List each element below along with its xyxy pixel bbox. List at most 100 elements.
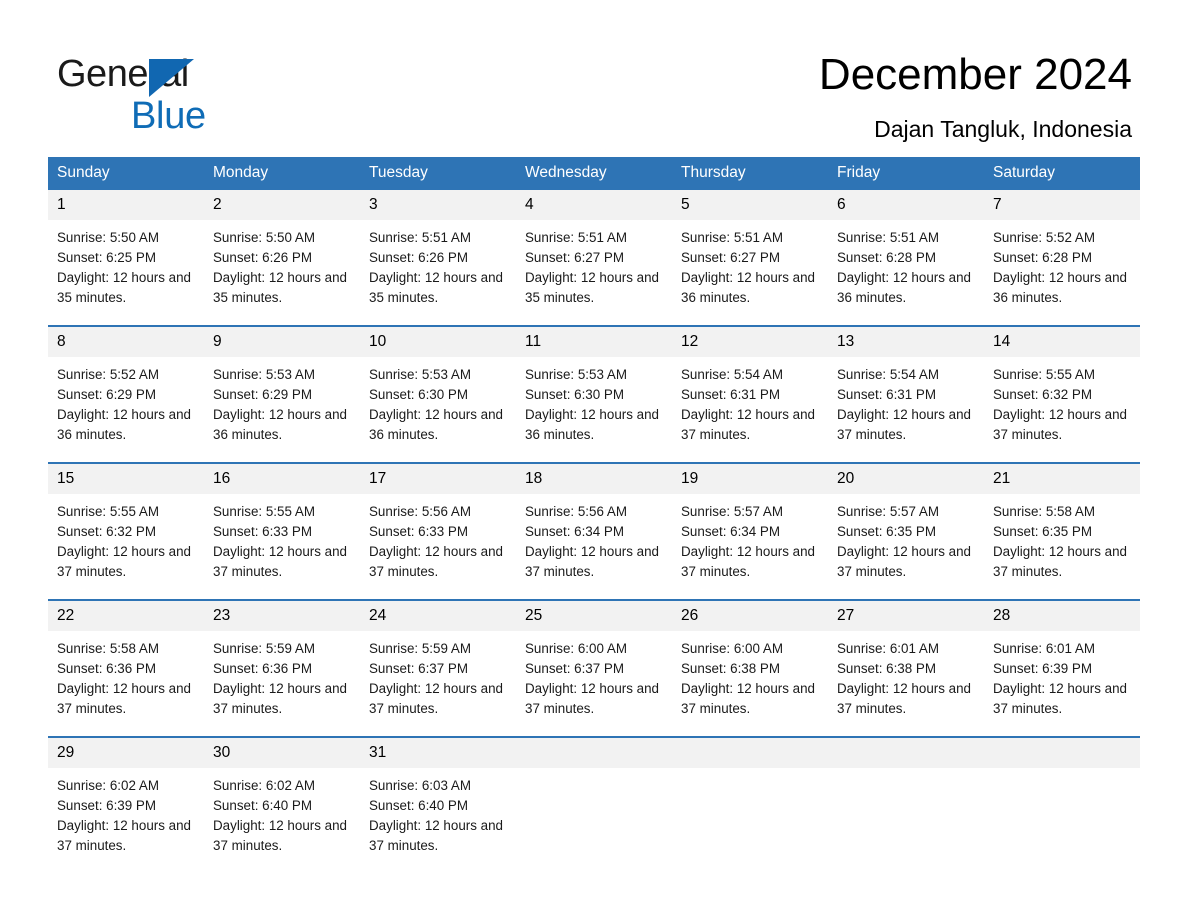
calendar-day-cell[interactable]: 10 Sunrise: 5:53 AM Sunset: 6:30 PM Dayli…	[360, 325, 516, 463]
calendar-page: General Blue December 2024 Dajan Tangluk…	[0, 0, 1188, 918]
calendar-day-cell[interactable]: 23 Sunrise: 5:59 AM Sunset: 6:36 PM Dayli…	[204, 599, 360, 737]
calendar-day-cell[interactable]: 25 Sunrise: 6:00 AM Sunset: 6:37 PM Dayli…	[516, 599, 672, 737]
calendar-table: Sunday Monday Tuesday Wednesday Thursday…	[48, 157, 1140, 873]
day-sun-info: Sunrise: 6:01 AM Sunset: 6:39 PM Dayligh…	[993, 641, 1127, 716]
day-number: 3	[360, 190, 516, 220]
calendar-day-cell[interactable]: 3 Sunrise: 5:51 AM Sunset: 6:26 PM Daylig…	[360, 190, 516, 326]
day-number: 15	[48, 464, 204, 494]
day-sun-info: Sunrise: 5:50 AM Sunset: 6:26 PM Dayligh…	[213, 230, 347, 305]
calendar-day-cell[interactable]: 2 Sunrise: 5:50 AM Sunset: 6:26 PM Daylig…	[204, 190, 360, 326]
day-number: 17	[360, 464, 516, 494]
day-number	[828, 738, 984, 768]
calendar-day-cell[interactable]: 9 Sunrise: 5:53 AM Sunset: 6:29 PM Daylig…	[204, 325, 360, 463]
day-number: 31	[360, 738, 516, 768]
day-number: 2	[204, 190, 360, 220]
day-number: 30	[204, 738, 360, 768]
weekday-header-friday: Friday	[828, 157, 984, 190]
day-number: 18	[516, 464, 672, 494]
calendar-day-cell[interactable]: 13 Sunrise: 5:54 AM Sunset: 6:31 PM Dayli…	[828, 325, 984, 463]
weekday-header-tuesday: Tuesday	[360, 157, 516, 190]
day-sun-info: Sunrise: 6:02 AM Sunset: 6:40 PM Dayligh…	[213, 778, 347, 853]
day-sun-info: Sunrise: 5:53 AM Sunset: 6:30 PM Dayligh…	[369, 367, 503, 442]
calendar-week-row: 22 Sunrise: 5:58 AM Sunset: 6:36 PM Dayli…	[48, 599, 1140, 737]
calendar-day-cell[interactable]: 12 Sunrise: 5:54 AM Sunset: 6:31 PM Dayli…	[672, 325, 828, 463]
day-number: 23	[204, 601, 360, 631]
calendar-week-row: 8 Sunrise: 5:52 AM Sunset: 6:29 PM Daylig…	[48, 325, 1140, 463]
calendar-day-cell[interactable]: 11 Sunrise: 5:53 AM Sunset: 6:30 PM Dayli…	[516, 325, 672, 463]
calendar-day-cell[interactable]: 30 Sunrise: 6:02 AM Sunset: 6:40 PM Dayli…	[204, 736, 360, 873]
day-number: 14	[984, 327, 1140, 357]
day-sun-info: Sunrise: 5:57 AM Sunset: 6:34 PM Dayligh…	[681, 504, 815, 579]
calendar-day-cell[interactable]: 29 Sunrise: 6:02 AM Sunset: 6:39 PM Dayli…	[48, 736, 204, 873]
day-number: 16	[204, 464, 360, 494]
title-block: December 2024 Dajan Tangluk, Indonesia	[432, 48, 1132, 144]
day-sun-info: Sunrise: 5:55 AM Sunset: 6:32 PM Dayligh…	[993, 367, 1127, 442]
day-sun-info: Sunrise: 5:54 AM Sunset: 6:31 PM Dayligh…	[837, 367, 971, 442]
calendar-body: 1 Sunrise: 5:50 AM Sunset: 6:25 PM Daylig…	[48, 190, 1140, 873]
day-number: 26	[672, 601, 828, 631]
calendar-day-cell[interactable]: 24 Sunrise: 5:59 AM Sunset: 6:37 PM Dayli…	[360, 599, 516, 737]
day-sun-info	[516, 768, 672, 776]
calendar-day-cell[interactable]: 31 Sunrise: 6:03 AM Sunset: 6:40 PM Dayli…	[360, 736, 516, 873]
day-number	[672, 738, 828, 768]
day-number: 7	[984, 190, 1140, 220]
day-sun-info: Sunrise: 5:50 AM Sunset: 6:25 PM Dayligh…	[57, 230, 191, 305]
calendar-day-cell-empty	[828, 736, 984, 873]
calendar-day-cell[interactable]: 5 Sunrise: 5:51 AM Sunset: 6:27 PM Daylig…	[672, 190, 828, 326]
day-sun-info: Sunrise: 5:55 AM Sunset: 6:32 PM Dayligh…	[57, 504, 191, 579]
day-sun-info: Sunrise: 5:51 AM Sunset: 6:27 PM Dayligh…	[525, 230, 659, 305]
day-number: 5	[672, 190, 828, 220]
calendar-head: Sunday Monday Tuesday Wednesday Thursday…	[48, 157, 1140, 190]
day-sun-info: Sunrise: 5:52 AM Sunset: 6:28 PM Dayligh…	[993, 230, 1127, 305]
calendar-day-cell[interactable]: 22 Sunrise: 5:58 AM Sunset: 6:36 PM Dayli…	[48, 599, 204, 737]
calendar-day-cell[interactable]: 15 Sunrise: 5:55 AM Sunset: 6:32 PM Dayli…	[48, 462, 204, 600]
day-number: 25	[516, 601, 672, 631]
calendar-day-cell[interactable]: 1 Sunrise: 5:50 AM Sunset: 6:25 PM Daylig…	[48, 190, 204, 326]
calendar-day-cell[interactable]: 28 Sunrise: 6:01 AM Sunset: 6:39 PM Dayli…	[984, 599, 1140, 737]
calendar-day-cell[interactable]: 26 Sunrise: 6:00 AM Sunset: 6:38 PM Dayli…	[672, 599, 828, 737]
day-sun-info: Sunrise: 5:59 AM Sunset: 6:37 PM Dayligh…	[369, 641, 503, 716]
day-sun-info: Sunrise: 5:53 AM Sunset: 6:30 PM Dayligh…	[525, 367, 659, 442]
calendar-day-cell[interactable]: 20 Sunrise: 5:57 AM Sunset: 6:35 PM Dayli…	[828, 462, 984, 600]
calendar-day-cell[interactable]: 19 Sunrise: 5:57 AM Sunset: 6:34 PM Dayli…	[672, 462, 828, 600]
calendar-day-cell[interactable]: 7 Sunrise: 5:52 AM Sunset: 6:28 PM Daylig…	[984, 190, 1140, 326]
calendar-day-cell[interactable]: 17 Sunrise: 5:56 AM Sunset: 6:33 PM Dayli…	[360, 462, 516, 600]
generalblue-logo[interactable]: General Blue	[57, 52, 377, 137]
calendar-day-cell-empty	[984, 736, 1140, 873]
calendar-day-cell[interactable]: 8 Sunrise: 5:52 AM Sunset: 6:29 PM Daylig…	[48, 325, 204, 463]
day-number: 24	[360, 601, 516, 631]
day-sun-info: Sunrise: 6:00 AM Sunset: 6:37 PM Dayligh…	[525, 641, 659, 716]
calendar-day-cell-empty	[672, 736, 828, 873]
day-sun-info: Sunrise: 5:54 AM Sunset: 6:31 PM Dayligh…	[681, 367, 815, 442]
weekday-header-wednesday: Wednesday	[516, 157, 672, 190]
day-sun-info	[672, 768, 828, 776]
calendar-day-cell[interactable]: 21 Sunrise: 5:58 AM Sunset: 6:35 PM Dayli…	[984, 462, 1140, 600]
day-number: 13	[828, 327, 984, 357]
day-sun-info: Sunrise: 6:02 AM Sunset: 6:39 PM Dayligh…	[57, 778, 191, 853]
day-number: 1	[48, 190, 204, 220]
day-number: 10	[360, 327, 516, 357]
page-header: General Blue December 2024 Dajan Tangluk…	[0, 0, 1188, 150]
day-number	[516, 738, 672, 768]
day-number	[984, 738, 1140, 768]
day-number: 27	[828, 601, 984, 631]
day-sun-info	[828, 768, 984, 776]
day-sun-info: Sunrise: 5:51 AM Sunset: 6:27 PM Dayligh…	[681, 230, 815, 305]
calendar-day-cell[interactable]: 14 Sunrise: 5:55 AM Sunset: 6:32 PM Dayli…	[984, 325, 1140, 463]
weekday-header-sunday: Sunday	[48, 157, 204, 190]
day-number: 4	[516, 190, 672, 220]
day-number: 20	[828, 464, 984, 494]
calendar-day-cell[interactable]: 6 Sunrise: 5:51 AM Sunset: 6:28 PM Daylig…	[828, 190, 984, 326]
day-sun-info: Sunrise: 5:51 AM Sunset: 6:28 PM Dayligh…	[837, 230, 971, 305]
weekday-header-monday: Monday	[204, 157, 360, 190]
day-number: 12	[672, 327, 828, 357]
calendar-day-cell[interactable]: 16 Sunrise: 5:55 AM Sunset: 6:33 PM Dayli…	[204, 462, 360, 600]
calendar-day-cell[interactable]: 27 Sunrise: 6:01 AM Sunset: 6:38 PM Dayli…	[828, 599, 984, 737]
calendar-week-row: 29 Sunrise: 6:02 AM Sunset: 6:39 PM Dayli…	[48, 736, 1140, 873]
day-sun-info: Sunrise: 6:03 AM Sunset: 6:40 PM Dayligh…	[369, 778, 503, 853]
logo-triangle-icon	[149, 59, 194, 97]
calendar-day-cell[interactable]: 18 Sunrise: 5:56 AM Sunset: 6:34 PM Dayli…	[516, 462, 672, 600]
day-number: 19	[672, 464, 828, 494]
weekday-header-row: Sunday Monday Tuesday Wednesday Thursday…	[48, 157, 1140, 190]
calendar-day-cell[interactable]: 4 Sunrise: 5:51 AM Sunset: 6:27 PM Daylig…	[516, 190, 672, 326]
